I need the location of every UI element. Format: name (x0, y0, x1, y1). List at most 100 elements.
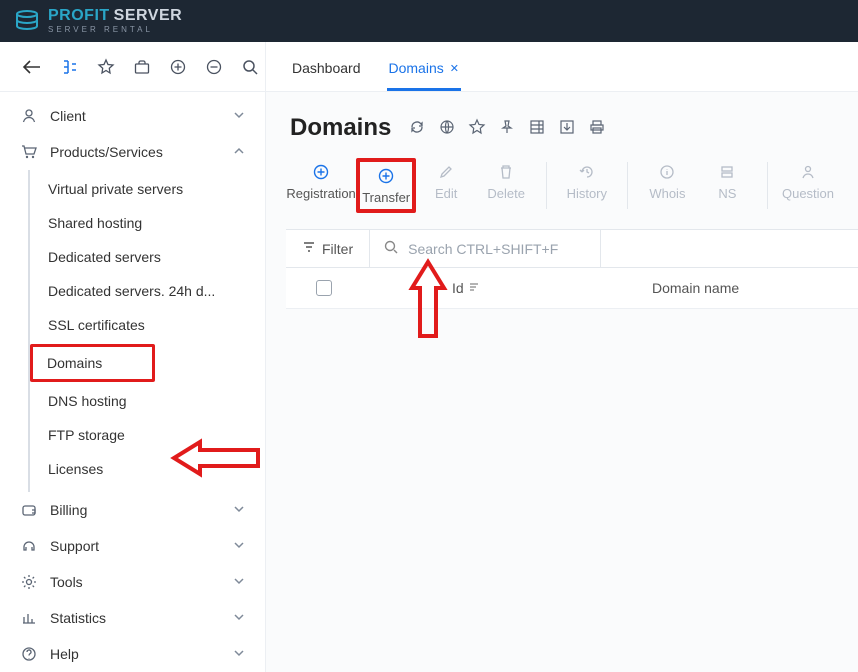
chevron-up-icon (233, 144, 245, 160)
search-icon (384, 240, 398, 257)
info-icon (659, 162, 675, 182)
wallet-icon (20, 502, 38, 518)
history-button[interactable]: History (557, 158, 617, 205)
delete-button[interactable]: Delete (476, 158, 536, 205)
sidebar-item-dedicated[interactable]: Dedicated servers (30, 240, 265, 274)
plus-circle-icon[interactable] (170, 59, 186, 75)
button-label: Question (782, 186, 834, 201)
sidebar-item-vps[interactable]: Virtual private servers (30, 172, 265, 206)
user-icon (20, 108, 38, 124)
plus-circle-icon (313, 162, 329, 182)
help-icon (20, 646, 38, 662)
toolbar-divider (767, 162, 768, 209)
trash-icon (498, 162, 514, 182)
print-icon[interactable] (589, 119, 605, 138)
chevron-down-icon (233, 108, 245, 124)
header-action-icons (409, 119, 605, 138)
edit-button[interactable]: Edit (416, 158, 476, 205)
tab-bar: Dashboard Domains ✕ (266, 42, 858, 92)
briefcase-icon[interactable] (134, 59, 150, 75)
sidebar-label: Products/Services (50, 144, 163, 160)
annotation-arrow-domains (170, 438, 260, 481)
tab-dashboard[interactable]: Dashboard (290, 46, 363, 91)
sidebar-item-billing[interactable]: Billing (0, 492, 265, 528)
button-label: Edit (435, 186, 457, 201)
tree-icon[interactable] (62, 59, 78, 75)
transfer-button[interactable]: Transfer (356, 158, 416, 213)
select-all-checkbox[interactable] (316, 280, 332, 296)
annotation-arrow-transfer (408, 258, 448, 341)
sort-icon (468, 280, 480, 296)
headset-icon (20, 538, 38, 554)
logo[interactable]: PROFITSERVER SERVER RENTAL (14, 8, 182, 34)
sidebar-item-statistics[interactable]: Statistics (0, 600, 265, 636)
filter-button[interactable]: Filter (286, 230, 370, 267)
question-icon (800, 162, 816, 182)
sidebar-label: Statistics (50, 610, 106, 626)
toolbar-divider (546, 162, 547, 209)
tab-domains[interactable]: Domains ✕ (387, 46, 461, 91)
button-label: Transfer (362, 190, 410, 205)
registration-button[interactable]: Registration (286, 158, 356, 205)
close-icon[interactable]: ✕ (450, 62, 459, 75)
sidebar-item-shared-hosting[interactable]: Shared hosting (30, 206, 265, 240)
ns-button[interactable]: NS (697, 158, 757, 205)
column-label: Domain name (652, 280, 739, 296)
back-icon[interactable] (22, 59, 42, 75)
sidebar-item-ssl[interactable]: SSL certificates (30, 308, 265, 342)
chevron-down-icon (233, 574, 245, 590)
gear-icon (20, 574, 38, 590)
action-toolbar: Registration Transfer Edit Delete Histor… (266, 150, 858, 223)
sidebar: Client Products/Services Virtual private… (0, 92, 266, 672)
chart-icon (20, 610, 38, 626)
search-box[interactable] (370, 230, 601, 267)
global-iconbar (0, 42, 266, 92)
button-label: Whois (649, 186, 685, 201)
filter-label: Filter (322, 241, 353, 257)
whois-button[interactable]: Whois (637, 158, 697, 205)
columns-icon[interactable] (529, 119, 545, 138)
sidebar-item-help[interactable]: Help (0, 636, 265, 672)
star-icon[interactable] (98, 59, 114, 75)
logo-text: PROFITSERVER SERVER RENTAL (48, 8, 182, 34)
button-label: History (567, 186, 607, 201)
chevron-down-icon (233, 502, 245, 518)
column-label: Id (452, 280, 464, 296)
question-button[interactable]: Question (778, 158, 838, 205)
button-label: NS (718, 186, 736, 201)
sidebar-item-client[interactable]: Client (0, 98, 265, 134)
brand-bar: PROFITSERVER SERVER RENTAL (0, 0, 858, 42)
sidebar-item-dedicated-24h[interactable]: Dedicated servers. 24h d... (30, 274, 265, 308)
filter-bar: Filter (286, 229, 858, 268)
column-id[interactable]: Id (452, 280, 652, 296)
chevron-down-icon (233, 610, 245, 626)
chevron-down-icon (233, 646, 245, 662)
pin-icon[interactable] (499, 119, 515, 138)
server-icon (719, 162, 735, 182)
tab-label: Domains (389, 60, 444, 76)
search-input[interactable] (406, 240, 586, 258)
export-icon[interactable] (559, 119, 575, 138)
star-icon[interactable] (469, 119, 485, 138)
globe-icon[interactable] (439, 119, 455, 138)
sidebar-label: Tools (50, 574, 83, 590)
sidebar-item-dns[interactable]: DNS hosting (30, 384, 265, 418)
sidebar-label: Client (50, 108, 86, 124)
page-title: Domains (290, 114, 391, 142)
main-content: Domains Registration Transfer (266, 92, 858, 672)
button-label: Registration (286, 186, 355, 201)
sidebar-label: Billing (50, 502, 87, 518)
filter-icon (302, 240, 316, 257)
sidebar-item-support[interactable]: Support (0, 528, 265, 564)
refresh-icon[interactable] (409, 119, 425, 138)
toolbar-divider (627, 162, 628, 209)
sidebar-item-tools[interactable]: Tools (0, 564, 265, 600)
column-domain[interactable]: Domain name (652, 280, 739, 296)
chevron-down-icon (233, 538, 245, 554)
minus-circle-icon[interactable] (206, 59, 222, 75)
table-header: Id Domain name (286, 268, 858, 309)
sidebar-item-domains[interactable]: Domains (30, 344, 155, 382)
button-label: Delete (487, 186, 525, 201)
sidebar-item-products[interactable]: Products/Services (0, 134, 265, 170)
search-icon[interactable] (242, 59, 258, 75)
